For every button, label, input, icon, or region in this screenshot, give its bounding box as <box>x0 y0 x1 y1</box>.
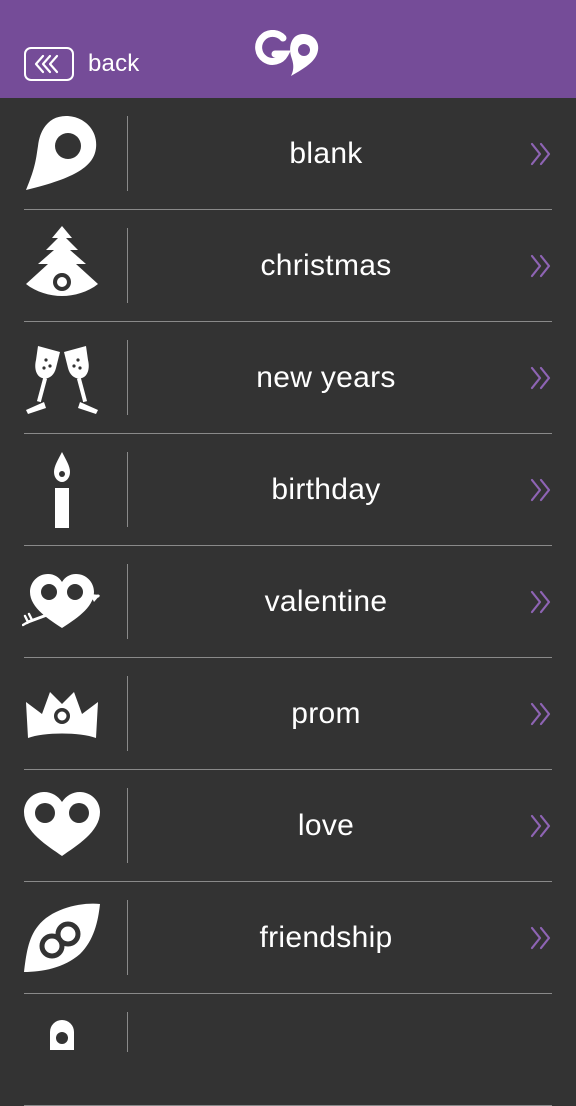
list-item-prom[interactable]: prom <box>0 658 576 770</box>
item-label: birthday <box>271 473 381 506</box>
list-item-friendship[interactable]: friendship <box>0 882 576 994</box>
list-item-christmas[interactable]: christmas <box>0 210 576 322</box>
chevron-right-icon <box>530 366 551 390</box>
list-item-new-years[interactable]: new years <box>0 322 576 434</box>
linked-rings-icon <box>24 903 100 972</box>
back-label: back <box>88 50 140 77</box>
list-item-partial[interactable] <box>0 994 576 1106</box>
item-label: new years <box>256 361 396 394</box>
chevron-right-icon <box>530 814 551 838</box>
back-arrows-icon <box>24 47 74 81</box>
champagne-glasses-icon <box>26 346 98 414</box>
back-button[interactable]: back <box>24 46 140 82</box>
item-label <box>128 994 524 1106</box>
list-item-love[interactable]: love <box>0 770 576 882</box>
list-item-birthday[interactable]: birthday <box>0 434 576 546</box>
map-pin-icon <box>50 1020 74 1050</box>
chevron-right-icon <box>530 590 551 614</box>
candle-icon <box>54 452 70 528</box>
item-label: christmas <box>260 249 392 282</box>
chevron-right-icon <box>530 142 551 166</box>
card-type-list: blank christmas new years birthday valen… <box>0 98 576 1106</box>
list-item-blank[interactable]: blank <box>0 98 576 210</box>
chevron-right-icon <box>530 254 551 278</box>
item-label: prom <box>291 697 361 730</box>
list-item-valentine[interactable]: valentine <box>0 546 576 658</box>
item-label: love <box>297 809 355 842</box>
item-label: blank <box>289 137 363 170</box>
crown-icon <box>26 692 98 738</box>
christmas-tree-icon <box>26 226 98 296</box>
item-label: friendship <box>259 921 393 954</box>
chevron-right-icon <box>530 478 551 502</box>
chevron-right-icon <box>530 702 551 726</box>
map-pin-icon <box>26 116 97 190</box>
heart-arrow-icon <box>22 574 100 628</box>
heart-icon <box>24 792 100 856</box>
top-bar: back <box>0 0 576 98</box>
chevron-right-icon <box>530 926 551 950</box>
item-label: valentine <box>264 585 388 618</box>
go-logo-icon <box>255 30 319 76</box>
